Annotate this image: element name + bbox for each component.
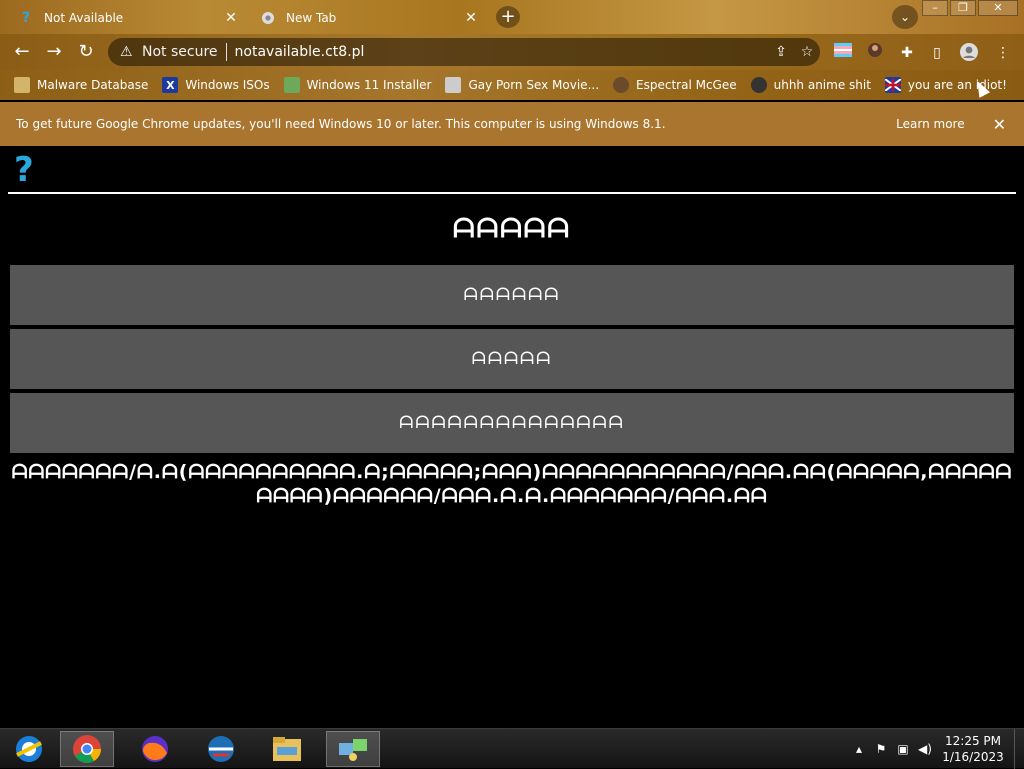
chevron-up-icon[interactable]: ▴ [848,742,870,756]
volume-icon[interactable]: ◀) [914,742,936,756]
forward-button[interactable]: → [42,40,66,64]
bookmark-label: you are an idiot! [907,78,1007,92]
avatar-icon [750,77,767,93]
image-icon [283,77,300,93]
clock-date: 1/16/2023 [942,750,1004,764]
minimize-button[interactable]: – [922,0,948,16]
tab-title: New Tab [286,11,337,25]
avatar-icon [613,77,630,93]
question-logo-icon: ? [14,150,34,190]
x-icon: X [162,77,179,93]
opera-icon[interactable] [194,731,248,767]
back-button[interactable]: ← [10,40,34,64]
bookmark-label: Malware Database [37,78,149,92]
address-bar[interactable]: ⚠ Not secure notavailable.ct8.pl ⇪ ☆ [108,38,820,66]
bookmark-windows-isos[interactable]: X Windows ISOs [162,77,270,93]
firefox-icon[interactable] [128,731,182,767]
tab-title: Not Available [44,11,124,25]
close-infobar-icon[interactable]: ✕ [993,115,1006,134]
tab-new-tab[interactable]: New Tab ✕ [250,2,486,34]
page-paragraph: ᗩᗩᗩᗩᗩᗩᗩ/ᗩ.ᗩ(ᗩᗩᗩᗩᗩᗩᗩᗩᗩᗩ.ᗩ;ᗩᗩᗩᗩᗩ;ᗩᗩᗩ)ᗩᗩᗩᗩᗩ… [11,461,1013,507]
tab-search-button[interactable]: ⌄ [892,5,918,29]
show-desktop-button[interactable] [1014,729,1024,769]
tab-not-available[interactable]: ? Not Available ✕ [8,2,246,34]
close-window-button[interactable]: ✕ [978,0,1018,16]
file-explorer-icon[interactable] [260,731,314,767]
extensions-puzzle-icon[interactable]: ✚ [896,42,918,64]
extension-flag-icon[interactable] [832,42,854,64]
flag-tray-icon[interactable]: ⚑ [870,742,892,756]
divider [225,43,227,61]
side-panel-icon[interactable]: ▯ [926,42,948,64]
bookmark-malware-database[interactable]: Malware Database [14,77,148,93]
update-infobar: To get future Google Chrome updates, you… [0,102,1024,146]
chrome-icon [260,10,276,26]
system-tray: ▴ ⚑ ▣ ◀) 12:25 PM 1/16/2023 [848,729,1024,769]
title-bar: ? Not Available ✕ New Tab ✕ + ⌄ – ❐ ✕ [0,0,1024,34]
flag-icon [884,77,901,93]
page-button-2[interactable]: ᗩᗩᗩᗩᗩ [10,329,1014,389]
close-tab-icon[interactable]: ✕ [462,10,480,26]
bookmark-gay-porn-sex-movie[interactable]: Gay Porn Sex Movie... [445,77,599,93]
clock[interactable]: 12:25 PM 1/16/2023 [936,733,1010,765]
bookmark-label: Gay Porn Sex Movie... [468,78,600,92]
menu-icon[interactable]: ⋮ [992,42,1014,64]
extension-avatar-icon[interactable] [864,42,886,64]
question-icon: ? [21,10,31,26]
star-icon[interactable]: ☆ [794,44,820,60]
toolbar: ← → ↻ ⚠ Not secure notavailable.ct8.pl ⇪… [0,34,1024,70]
taskbar: ▴ ⚑ ▣ ◀) 12:25 PM 1/16/2023 [0,728,1024,769]
bookmark-label: uhhh anime shit [773,78,871,92]
ie-icon[interactable] [2,731,56,767]
reload-button[interactable]: ↻ [74,40,98,64]
close-tab-icon[interactable]: ✕ [222,10,240,26]
bookmark-label: Windows 11 Installer [306,78,432,92]
new-tab-button[interactable]: + [496,6,520,28]
page-content: ? ᗩᗩᗩᗩᗩ ᗩᗩᗩᗩᗩᗩ ᗩᗩᗩᗩᗩ ᗩᗩᗩᗩᗩᗩᗩᗩᗩᗩᗩᗩᗩᗩ ᗩᗩᗩᗩ… [0,146,1024,728]
page-button-3[interactable]: ᗩᗩᗩᗩᗩᗩᗩᗩᗩᗩᗩᗩᗩᗩ [10,393,1014,453]
window-controls: – ❐ ✕ [922,0,1018,18]
chrome-taskbar-icon[interactable] [60,731,114,767]
horizontal-rule [8,192,1016,194]
bookmark-icon [445,77,462,93]
security-label[interactable]: Not secure [142,44,218,60]
bookmark-label: Windows ISOs [185,78,270,92]
bookmark-windows-11-installer[interactable]: Windows 11 Installer [283,77,432,93]
share-icon[interactable]: ⇪ [768,44,794,60]
page-button-1[interactable]: ᗩᗩᗩᗩᗩᗩ [10,265,1014,325]
restore-button[interactable]: ❐ [950,0,976,16]
bookmark-espectral-mcgee[interactable]: Espectral McGee [613,77,737,93]
network-tray-icon[interactable]: ▣ [892,742,914,756]
url-text[interactable]: notavailable.ct8.pl [235,44,768,60]
bookmark-label: Espectral McGee [636,78,737,92]
bookmark-icon [14,77,30,93]
page-heading: ᗩᗩᗩᗩᗩ [453,214,571,244]
warning-icon[interactable]: ⚠ [120,44,136,60]
infobar-message: To get future Google Chrome updates, you… [16,117,666,131]
profile-icon[interactable] [958,42,980,64]
network-icon[interactable] [326,731,380,767]
learn-more-link[interactable]: Learn more [896,117,964,131]
bookmarks-bar: Malware Database X Windows ISOs Windows … [0,70,1024,100]
bookmark-uhhh-anime[interactable]: uhhh anime shit [750,77,871,93]
clock-time: 12:25 PM [945,734,1001,748]
